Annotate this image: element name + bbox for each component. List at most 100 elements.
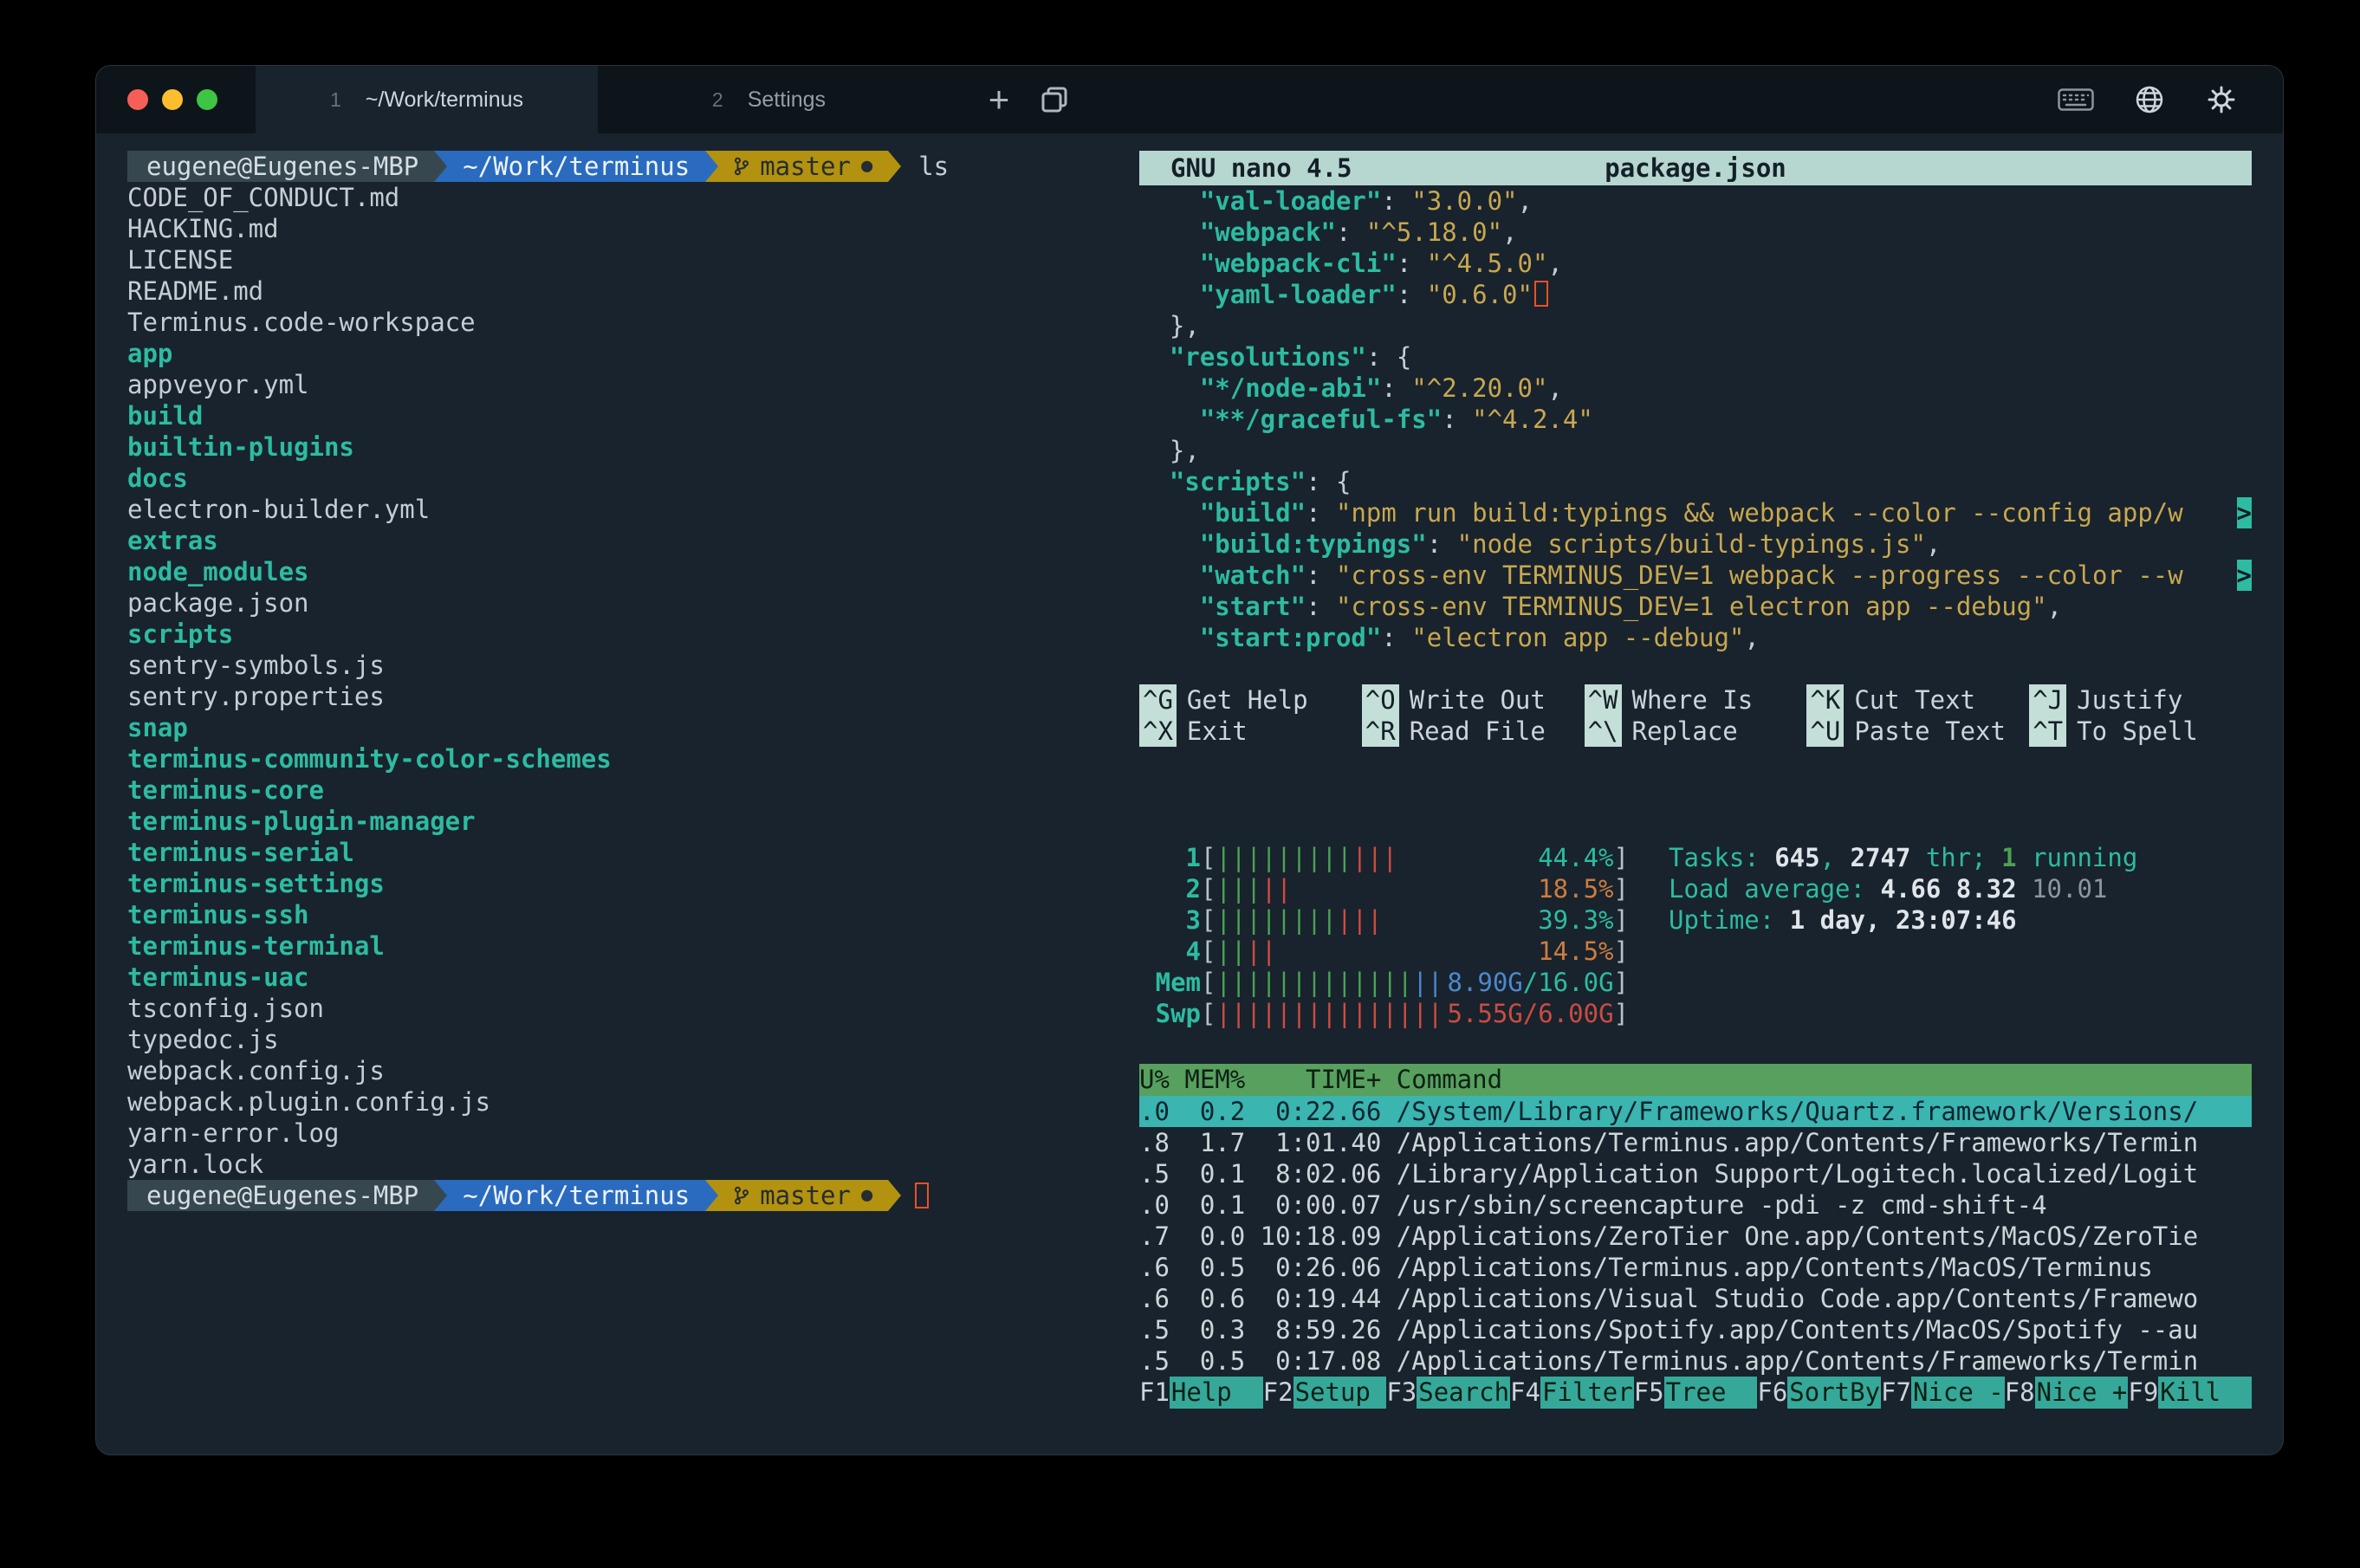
shortcut-label: Read File	[1410, 716, 1546, 747]
nano-shortcut[interactable]: ^UPaste Text	[1806, 716, 2029, 747]
terminal-cursor	[915, 1182, 929, 1208]
meter-swp: Swp[|||||||||||||||||5.55G/6.00G]	[1155, 998, 1629, 1029]
shortcut-key: ^R	[1362, 716, 1399, 747]
nano-shortcuts: ^GGet Help^OWrite Out^WWhere Is^KCut Tex…	[1139, 684, 2252, 747]
nano-shortcut[interactable]: ^WWhere Is	[1585, 684, 1807, 716]
process-rows: .0 0.2 0:22.66 /System/Library/Framework…	[1139, 1096, 2252, 1377]
fkey-f5[interactable]: F5Tree	[1634, 1377, 1758, 1409]
nano-line: "resolutions": {	[1139, 341, 2252, 373]
process-table: U% MEM% TIME+ Command .0 0.2 0:22.66 /Sy…	[1139, 1064, 2252, 1377]
process-header[interactable]: U% MEM% TIME+ Command	[1139, 1064, 2252, 1096]
process-row[interactable]: .7 0.0 10:18.09 /Applications/ZeroTier O…	[1139, 1221, 2252, 1252]
shortcut-key: ^O	[1362, 684, 1399, 716]
process-row[interactable]: .0 0.1 0:00.07 /usr/sbin/screencapture -…	[1139, 1189, 2252, 1221]
fkey-f7[interactable]: F7Nice -	[1881, 1377, 2005, 1409]
file-entry: yarn.lock	[127, 1149, 1106, 1180]
nano-shortcut[interactable]: ^GGet Help	[1139, 684, 1362, 716]
tab-work-terminus[interactable]: 1 ~/Work/terminus	[256, 66, 598, 133]
dir-entry: terminus-community-color-schemes	[127, 743, 1106, 774]
dir-entry: snap	[127, 712, 1106, 743]
shortcut-key: ^\	[1585, 716, 1622, 747]
shortcut-key: ^K	[1806, 684, 1844, 716]
titlebar: 1 ~/Work/terminus 2 Settings +	[96, 66, 2283, 133]
htop-info-line: Tasks: 645, 2747 thr; 1 running	[1669, 842, 2137, 873]
shortcut-key: ^J	[2029, 684, 2066, 716]
nano-shortcut[interactable]: ^TTo Spell	[2029, 716, 2252, 747]
nano-filename: package.json	[1139, 152, 2252, 184]
file-entry: appveyor.yml	[127, 369, 1106, 400]
fkey-f3[interactable]: F3Search	[1386, 1377, 1510, 1409]
nano-line: "start:prod": "electron app --debug",	[1139, 622, 2252, 653]
prompt-git-segment: master ●	[718, 1180, 888, 1211]
nano-line: "webpack-cli": "^4.5.0",	[1139, 248, 2252, 279]
file-entry: webpack.plugin.config.js	[127, 1086, 1106, 1118]
terminal-pane-htop[interactable]: 1[||||||||||||44.4%]2[|||||18.5%]3[|||||…	[1139, 842, 2252, 1409]
process-row[interactable]: .6 0.6 0:19.44 /Applications/Visual Stud…	[1139, 1283, 2252, 1314]
dir-entry: app	[127, 338, 1106, 369]
process-row[interactable]: .8 1.7 1:01.40 /Applications/Terminus.ap…	[1139, 1127, 2252, 1158]
shortcut-key: ^W	[1585, 684, 1622, 716]
nano-shortcut[interactable]: ^OWrite Out	[1362, 684, 1585, 716]
tab-settings[interactable]: 2 Settings	[598, 66, 940, 133]
prompt-line: eugene@Eugenes-MBP ~/Work/terminus maste…	[127, 151, 1106, 182]
terminal-pane-left[interactable]: eugene@Eugenes-MBP ~/Work/terminus maste…	[127, 151, 1106, 1455]
zoom-button[interactable]	[197, 89, 217, 110]
powerline-arrow	[705, 151, 718, 182]
nano-line: "scripts": {	[1139, 466, 2252, 497]
process-row[interactable]: .5 0.1 8:02.06 /Library/Application Supp…	[1139, 1158, 2252, 1189]
htop-info-line: Uptime: 1 day, 23:07:46	[1669, 904, 2137, 936]
meter-cpu3: 3[|||||||||||39.3%]	[1155, 904, 1629, 936]
terminal-panes-right: GNU nano 4.5 package.json "val-loader": …	[1139, 151, 2252, 1455]
shortcut-key: ^U	[1806, 716, 1844, 747]
process-row[interactable]: .0 0.2 0:22.66 /System/Library/Framework…	[1139, 1096, 2252, 1127]
git-branch-icon	[734, 1185, 749, 1206]
git-branch-icon	[734, 156, 749, 177]
line-continuation-marker: >	[2237, 497, 2252, 528]
split-pane-icon[interactable]	[1030, 75, 1079, 124]
prompt-path-segment: ~/Work/terminus	[447, 151, 705, 182]
shortcut-key: ^G	[1139, 684, 1177, 716]
nano-line: "val-loader": "3.0.0",	[1139, 185, 2252, 217]
powerline-arrow	[888, 151, 901, 182]
fkey-f4[interactable]: F4Filter	[1510, 1377, 1634, 1409]
keyboard-icon[interactable]	[2058, 88, 2094, 111]
close-button[interactable]	[127, 89, 148, 110]
nano-line: "*/node-abi": "^2.20.0",	[1139, 373, 2252, 404]
new-tab-button[interactable]: +	[975, 75, 1023, 124]
file-entry: webpack.config.js	[127, 1055, 1106, 1086]
tab-number: 1	[330, 88, 341, 112]
minimize-button[interactable]	[162, 89, 183, 110]
cpu-meters: 1[||||||||||||44.4%]2[|||||18.5%]3[|||||…	[1139, 842, 1629, 1029]
traffic-lights	[96, 66, 256, 133]
nano-shortcut[interactable]: ^KCut Text	[1806, 684, 2029, 716]
fkey-f8[interactable]: F8Nice +	[2005, 1377, 2129, 1409]
nano-shortcut[interactable]: ^XExit	[1139, 716, 1362, 747]
process-row[interactable]: .5 0.3 8:59.26 /Applications/Spotify.app…	[1139, 1314, 2252, 1345]
terminal-pane-nano[interactable]: GNU nano 4.5 package.json "val-loader": …	[1139, 151, 2252, 747]
tab-label: ~/Work/terminus	[366, 87, 523, 113]
nano-shortcut[interactable]: ^\Replace	[1585, 716, 1807, 747]
meter-cpu2: 2[|||||18.5%]	[1155, 873, 1629, 904]
dir-entry: terminus-serial	[127, 837, 1106, 868]
fkey-f9[interactable]: F9Kill	[2128, 1377, 2252, 1409]
prompt-git-segment: master ●	[718, 151, 888, 182]
nano-shortcut[interactable]: ^JJustify	[2029, 684, 2252, 716]
dir-entry: scripts	[127, 619, 1106, 650]
fkey-f2[interactable]: F2Setup	[1263, 1377, 1387, 1409]
nano-line: "build:typings": "node scripts/build-typ…	[1139, 528, 2252, 560]
nano-shortcut[interactable]: ^R Read File	[1362, 716, 1585, 747]
htop-info: Tasks: 645, 2747 thr; 1 runningLoad aver…	[1669, 842, 2137, 1029]
meter-cpu1: 1[||||||||||||44.4%]	[1155, 842, 1629, 873]
nano-line: "webpack": "^5.18.0",	[1139, 217, 2252, 248]
file-entry: CODE_OF_CONDUCT.md	[127, 182, 1106, 213]
file-entry: yarn-error.log	[127, 1118, 1106, 1149]
settings-gear-icon[interactable]	[2205, 83, 2238, 116]
process-row[interactable]: .5 0.5 0:17.08 /Applications/Terminus.ap…	[1139, 1345, 2252, 1377]
fkey-f6[interactable]: F6SortBy	[1757, 1377, 1881, 1409]
process-row[interactable]: .6 0.5 0:26.06 /Applications/Terminus.ap…	[1139, 1252, 2252, 1283]
fkey-f1[interactable]: F1Help	[1139, 1377, 1263, 1409]
text-cursor	[1534, 281, 1548, 307]
nano-line: "**/graceful-fs": "^4.2.4"	[1139, 404, 2252, 435]
tab-label: Settings	[748, 87, 826, 113]
globe-icon[interactable]	[2134, 84, 2165, 115]
